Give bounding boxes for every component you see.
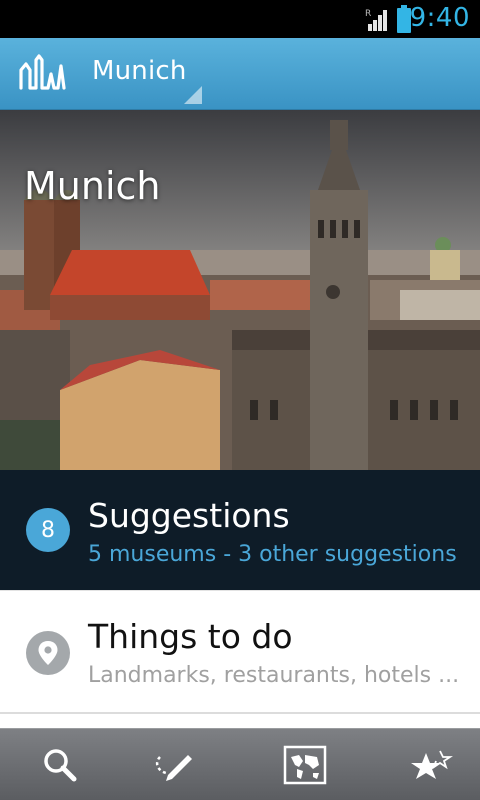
signal-roaming-icon: R	[365, 9, 387, 31]
favorites-stars-icon	[411, 750, 453, 779]
city-selector-dropdown[interactable]: Munich	[92, 56, 202, 104]
row-divider	[0, 712, 480, 714]
draw-route-icon	[155, 755, 192, 781]
search-icon	[44, 749, 77, 782]
status-time: 9:40	[409, 3, 470, 33]
status-bar: R 9:40	[0, 0, 480, 38]
draw-route-button[interactable]	[115, 729, 235, 800]
dropdown-indicator-icon	[184, 86, 202, 104]
location-pin-icon	[26, 631, 70, 675]
city-hero-image[interactable]: Munich	[0, 110, 480, 470]
bottom-toolbar	[0, 728, 480, 800]
suggestions-title: Suggestions	[88, 496, 290, 535]
action-bar: Munich	[0, 38, 480, 110]
city-skyline-logo-icon[interactable]	[18, 54, 68, 94]
map-button[interactable]	[245, 729, 365, 800]
things-to-do-row[interactable]: Things to do Landmarks, restaurants, hot…	[0, 590, 480, 714]
suggestions-subtitle: 5 museums - 3 other suggestions	[88, 542, 457, 567]
svg-text:R: R	[365, 9, 371, 19]
city-selector-label: Munich	[92, 56, 187, 86]
world-map-icon	[283, 745, 327, 785]
suggestions-row[interactable]: 8 Suggestions 5 museums - 3 other sugges…	[0, 470, 480, 590]
things-to-do-subtitle: Landmarks, restaurants, hotels ...	[88, 663, 460, 688]
things-to-do-title: Things to do	[88, 617, 293, 656]
search-button[interactable]	[0, 729, 120, 800]
suggestions-count-badge: 8	[26, 508, 70, 552]
favorites-button[interactable]	[372, 729, 480, 800]
hero-city-title: Munich	[24, 164, 161, 208]
